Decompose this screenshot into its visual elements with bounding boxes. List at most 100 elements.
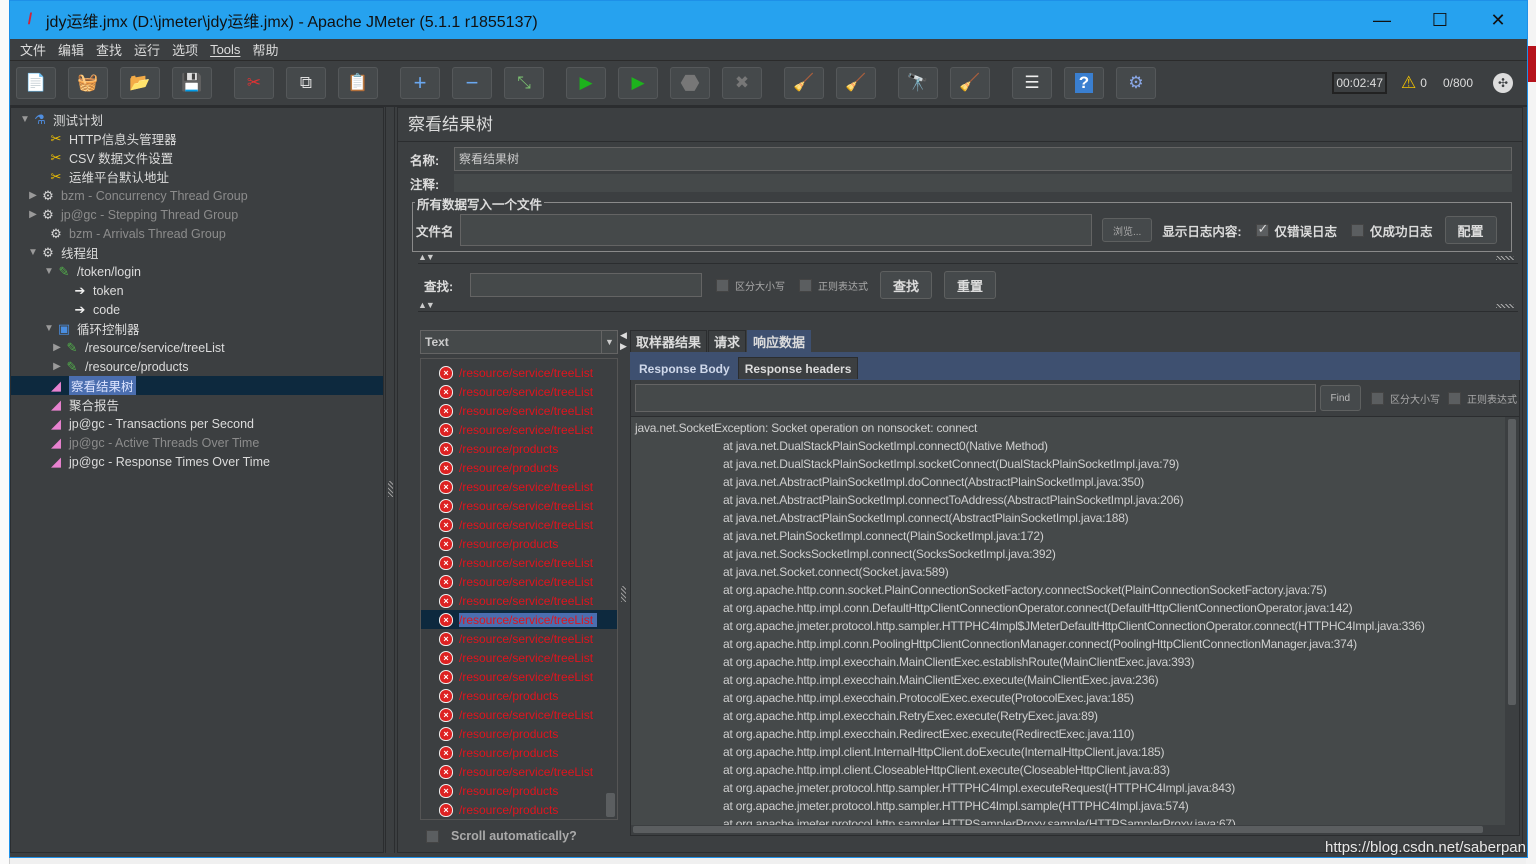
find-button[interactable]: Find: [1319, 385, 1361, 411]
tree-node[interactable]: ◢ jp@gc - Response Times Over Time: [11, 452, 383, 471]
scroll-automatically-checkbox[interactable]: [426, 829, 439, 843]
tab-response-body[interactable]: Response Body: [632, 357, 737, 379]
paste-button[interactable]: 📋: [338, 67, 378, 99]
splitter-grip[interactable]: [621, 586, 626, 602]
result-item[interactable]: × /resource/products: [421, 686, 617, 705]
result-item[interactable]: × /resource/service/treeList: [421, 648, 617, 667]
filename-field[interactable]: [460, 214, 1092, 246]
help-button[interactable]: ?: [1064, 67, 1104, 99]
case-sensitive-checkbox[interactable]: [716, 278, 729, 292]
response-body-text[interactable]: java.net.SocketException: Socket operati…: [630, 416, 1520, 836]
close-button[interactable]: ✕: [1469, 1, 1527, 39]
tree-node[interactable]: ▶ ⚙ jp@gc - Stepping Thread Group: [11, 205, 383, 224]
result-item[interactable]: × /resource/products: [421, 800, 617, 819]
expanded-arrow-icon[interactable]: ▼: [43, 266, 55, 277]
configure-button[interactable]: 配置: [1444, 216, 1497, 244]
result-item[interactable]: × /resource/products: [421, 781, 617, 800]
tree-node[interactable]: ◢ 聚合报告: [11, 395, 383, 414]
lower-divider[interactable]: ▲▼: [418, 300, 1518, 312]
tab-request[interactable]: 请求: [708, 330, 747, 352]
function-helper-button[interactable]: ☰: [1012, 67, 1052, 99]
tree-node[interactable]: ▼ ⚙ 线程组: [11, 243, 383, 262]
shutdown-button[interactable]: ✖: [722, 67, 762, 99]
left-arrow-icon[interactable]: ◀: [620, 330, 628, 341]
tree-node[interactable]: ▶ ✎ /resource/service/treeList: [11, 338, 383, 357]
result-item[interactable]: × /resource/service/treeList: [421, 591, 617, 610]
tree-node[interactable]: ⚙ bzm - Arrivals Thread Group: [11, 224, 383, 243]
response-regex-checkbox[interactable]: [1448, 391, 1461, 405]
collapsed-arrow-icon[interactable]: ▶: [27, 190, 39, 201]
upper-divider[interactable]: ▲▼: [418, 252, 1518, 264]
browse-button[interactable]: 浏览...: [1102, 218, 1153, 242]
collapse-arrows-icon[interactable]: ▲▼: [418, 252, 435, 262]
right-arrow-icon[interactable]: ▶: [620, 341, 628, 352]
clear-all-button[interactable]: 🧹: [836, 67, 876, 99]
errors-only-checkbox[interactable]: [1255, 221, 1269, 237]
chevron-down-icon[interactable]: ▼: [601, 331, 617, 353]
tree-node[interactable]: ▶ ⚙ bzm - Concurrency Thread Group: [11, 186, 383, 205]
minimize-button[interactable]: —: [1353, 1, 1411, 39]
tree-node[interactable]: ▼ ⚗ 测试计划: [11, 110, 383, 129]
regex-checkbox[interactable]: [799, 278, 812, 292]
response-vertical-scrollbar[interactable]: [1505, 417, 1519, 835]
reset-search-button[interactable]: 🧹: [950, 67, 990, 99]
tab-response-data[interactable]: 响应数据: [747, 330, 812, 352]
clear-button[interactable]: 🧹: [784, 67, 824, 99]
result-item[interactable]: × /resource/service/treeList: [421, 382, 617, 401]
result-item[interactable]: × /resource/service/treeList: [421, 572, 617, 591]
collapsed-arrow-icon[interactable]: ▶: [27, 209, 39, 220]
results-splitter[interactable]: ◀ ▶: [620, 330, 628, 830]
save-button[interactable]: 💾: [172, 67, 212, 99]
tab-sampler-result[interactable]: 取样器结果: [630, 330, 708, 352]
templates-button[interactable]: 🧺: [68, 67, 108, 99]
result-item[interactable]: × /resource/service/treeList: [421, 667, 617, 686]
result-item[interactable]: × /resource/service/treeList: [421, 762, 617, 781]
start-button[interactable]: ▶: [566, 67, 606, 99]
divider-grip[interactable]: [1496, 256, 1514, 260]
collapsed-arrow-icon[interactable]: ▶: [51, 342, 63, 353]
main-splitter[interactable]: [385, 107, 395, 853]
expanded-arrow-icon[interactable]: ▼: [19, 114, 31, 125]
vertical-scroll-thumb[interactable]: [1508, 419, 1516, 705]
tree-node[interactable]: ◢ 察看结果树: [11, 376, 383, 395]
result-item[interactable]: × /resource/products: [421, 724, 617, 743]
search-input[interactable]: [470, 273, 702, 297]
tree-node[interactable]: ▼ ✎ /token/login: [11, 262, 383, 281]
tree-node[interactable]: ✂ HTTP信息头管理器: [11, 129, 383, 148]
collapsed-arrow-icon[interactable]: ▶: [51, 361, 63, 372]
success-only-checkbox[interactable]: [1351, 223, 1365, 237]
stop-button[interactable]: ⬣: [670, 67, 710, 99]
result-item[interactable]: × /resource/products: [421, 458, 617, 477]
expanded-arrow-icon[interactable]: ▼: [27, 247, 39, 258]
tree-node[interactable]: ▼ ▣ 循环控制器: [11, 319, 383, 338]
reset-button[interactable]: 重置: [944, 271, 997, 299]
result-item[interactable]: × /resource/products: [421, 439, 617, 458]
toggle-button[interactable]: ⤡: [504, 67, 544, 99]
collapse-all-button[interactable]: −: [452, 67, 492, 99]
menu-search[interactable]: 查找: [90, 40, 128, 59]
collapse-arrows-icon[interactable]: ▲▼: [418, 300, 435, 310]
tree-node[interactable]: ➔ code: [11, 300, 383, 319]
renderer-select[interactable]: Text ▼: [420, 330, 618, 354]
response-case-sensitive-checkbox[interactable]: [1371, 391, 1384, 405]
menu-run[interactable]: 运行: [128, 40, 166, 59]
result-item[interactable]: × /resource/service/treeList: [421, 363, 617, 382]
maximize-button[interactable]: ☐: [1411, 1, 1469, 39]
result-item[interactable]: × /resource/service/treeList: [421, 420, 617, 439]
result-item[interactable]: × /resource/service/treeList: [421, 477, 617, 496]
search-button[interactable]: 查找: [880, 271, 933, 299]
tree-node[interactable]: ✂ CSV 数据文件设置: [11, 148, 383, 167]
menu-edit[interactable]: 编辑: [52, 40, 90, 59]
response-find-input[interactable]: [635, 384, 1316, 412]
menu-tools[interactable]: Tools: [204, 42, 246, 57]
search-button[interactable]: 🔭: [898, 67, 938, 99]
response-horizontal-scrollbar[interactable]: [631, 825, 1505, 835]
remote-button[interactable]: ⚙: [1116, 67, 1156, 99]
new-button[interactable]: 📄: [16, 67, 56, 99]
result-item[interactable]: × /resource/service/treeList: [421, 401, 617, 420]
results-scrollbar[interactable]: [606, 793, 615, 817]
menu-options[interactable]: 选项: [166, 40, 204, 59]
start-no-pauses-button[interactable]: ▶: [618, 67, 658, 99]
result-item[interactable]: × /resource/service/treeList: [421, 610, 617, 629]
menu-help[interactable]: 帮助: [246, 40, 284, 59]
